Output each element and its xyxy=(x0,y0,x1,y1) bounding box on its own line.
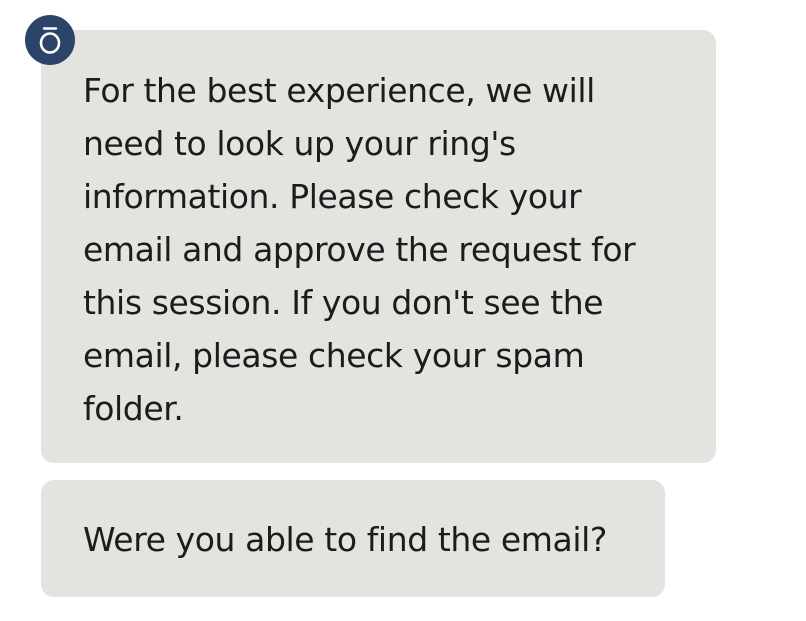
ring-logo-icon xyxy=(37,25,63,55)
message-line: Were you able to find the email? xyxy=(83,520,608,559)
message-text: Were you able to find the email? xyxy=(83,513,645,566)
agent-avatar xyxy=(25,15,75,65)
message-line: folder. xyxy=(83,389,184,428)
message-line: information. Please check your xyxy=(83,177,582,216)
message-line: For the best experience, we will xyxy=(83,71,595,110)
message-line: email, please check your spam xyxy=(83,336,585,375)
message-text: For the best experience, we will need to… xyxy=(83,64,696,435)
chat-thread: For the best experience, we will need to… xyxy=(0,0,806,621)
agent-message-bubble: For the best experience, we will need to… xyxy=(41,30,716,463)
message-line: this session. If you don't see the xyxy=(83,283,604,322)
agent-message-bubble: Were you able to find the email? xyxy=(41,480,665,597)
message-line: email and approve the request for xyxy=(83,230,636,269)
message-line: need to look up your ring's xyxy=(83,124,516,163)
